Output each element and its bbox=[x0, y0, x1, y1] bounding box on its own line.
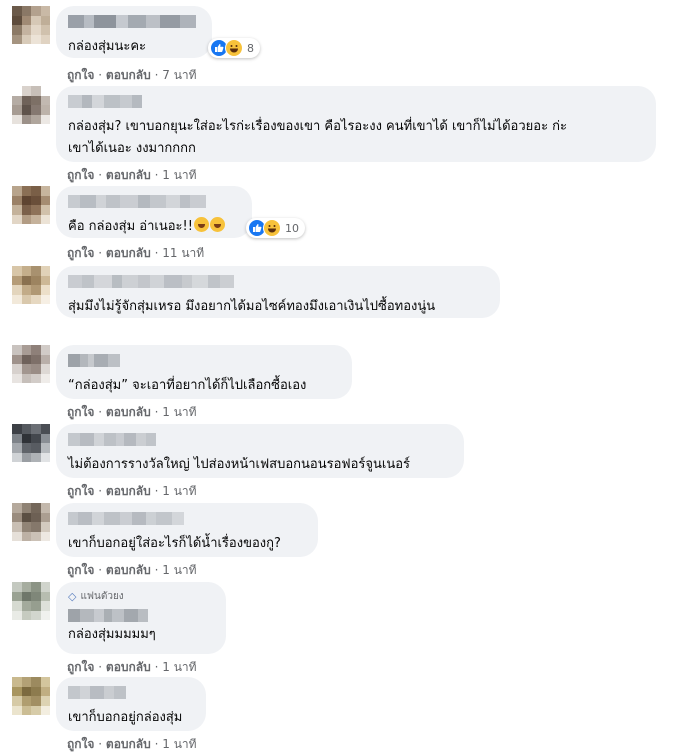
comment-text: เขาก็บอกอยู่กล่องสุ่ม bbox=[68, 710, 183, 725]
haha-reaction-icon bbox=[263, 219, 281, 237]
comment-text: ไม่ต้องการรางวัลใหญ่ ไปส่องหน้าเฟสบอกนอน… bbox=[68, 457, 411, 472]
like-link[interactable]: ถูกใจ bbox=[67, 737, 94, 751]
reply-link[interactable]: ตอบกลับ bbox=[106, 68, 151, 82]
commenter-name-blurred[interactable] bbox=[68, 275, 488, 288]
comment-text: กล่องสุ่มนะคะ bbox=[68, 39, 147, 54]
reaction-count: 10 bbox=[285, 221, 299, 235]
rofl-emoji-icon bbox=[193, 217, 209, 232]
comment-actions: ถูกใจ · ตอบกลับ · 1 นาที bbox=[67, 168, 197, 182]
reply-link[interactable]: ตอบกลับ bbox=[106, 737, 151, 751]
comment-text: สุ่มมึงไม่รู้จักสุ่มเหรอ มึงอยากได้มอไซค… bbox=[68, 299, 436, 314]
comment-text: กล่องสุ่มมมมมๆ bbox=[68, 627, 156, 642]
commenter-name-blurred[interactable] bbox=[68, 15, 200, 28]
comment-actions: ถูกใจ · ตอบกลับ · 1 นาที bbox=[67, 660, 197, 674]
comment-bubble: เขาก็บอกอยู่กล่องสุ่ม bbox=[56, 677, 206, 731]
timestamp[interactable]: 1 นาที bbox=[162, 405, 196, 419]
rofl-emoji-icon bbox=[209, 217, 225, 232]
comment-bubble: กล่องสุ่มนะคะ bbox=[56, 6, 212, 58]
comment-actions: ถูกใจ · ตอบกลับ · 1 นาที bbox=[67, 405, 197, 419]
haha-reaction-icon bbox=[225, 39, 243, 57]
reply-link[interactable]: ตอบกลับ bbox=[106, 660, 151, 674]
commenter-name-blurred[interactable] bbox=[68, 609, 214, 622]
like-link[interactable]: ถูกใจ bbox=[67, 405, 94, 419]
comment-actions: ถูกใจ · ตอบกลับ · 1 นาที bbox=[67, 563, 197, 577]
reply-link[interactable]: ตอบกลับ bbox=[106, 246, 151, 260]
comment-bubble: ไม่ต้องการรางวัลใหญ่ ไปส่องหน้าเฟสบอกนอน… bbox=[56, 424, 464, 478]
avatar[interactable] bbox=[12, 186, 50, 224]
comment-actions: ถูกใจ · ตอบกลับ · 1 นาที bbox=[67, 484, 197, 498]
commenter-name-blurred[interactable] bbox=[68, 195, 240, 208]
timestamp[interactable]: 1 นาที bbox=[162, 484, 196, 498]
diamond-icon: ◇ bbox=[68, 590, 77, 603]
comment-text: เขาก็บอกอยู่ใส่อะไรก็ได้น้ำเรื่องของกู? bbox=[68, 536, 281, 551]
comment-bubble: คือ กล่องสุ่ม อ่าเนอะ!! bbox=[56, 186, 252, 238]
commenter-name-blurred[interactable] bbox=[68, 512, 306, 525]
badge-label: แฟนตัวยง bbox=[80, 591, 124, 602]
comment-text: คือ กล่องสุ่ม อ่าเนอะ!! bbox=[68, 216, 240, 238]
avatar[interactable] bbox=[12, 266, 50, 304]
avatar[interactable] bbox=[12, 86, 50, 124]
comment-bubble: “กล่องสุ่ม” จะเอาที่อยากได้ก็ไปเลือกซื้อ… bbox=[56, 345, 352, 399]
comment-actions: ถูกใจ · ตอบกลับ · 7 นาที bbox=[67, 68, 197, 82]
avatar[interactable] bbox=[12, 424, 50, 462]
like-link[interactable]: ถูกใจ bbox=[67, 484, 94, 498]
like-link[interactable]: ถูกใจ bbox=[67, 563, 94, 577]
avatar[interactable] bbox=[12, 345, 50, 383]
comment-bubble: กล่องสุ่ม? เขาบอกยุนะใส่อะไรก่ะเรื่องของ… bbox=[56, 86, 656, 162]
comment-bubble: ◇ แฟนตัวยง กล่องสุ่มมมมมๆ bbox=[56, 582, 226, 654]
commenter-name-blurred[interactable] bbox=[68, 95, 644, 108]
reply-link[interactable]: ตอบกลับ bbox=[106, 484, 151, 498]
reply-link[interactable]: ตอบกลับ bbox=[106, 405, 151, 419]
avatar[interactable] bbox=[12, 677, 50, 715]
timestamp[interactable]: 1 นาที bbox=[162, 737, 196, 751]
timestamp[interactable]: 7 นาที bbox=[162, 68, 196, 82]
comment-bubble: เขาก็บอกอยู่ใส่อะไรก็ได้น้ำเรื่องของกู? bbox=[56, 503, 318, 557]
avatar[interactable] bbox=[12, 6, 50, 44]
timestamp[interactable]: 1 นาที bbox=[162, 660, 196, 674]
reaction-count: 8 bbox=[247, 41, 254, 55]
avatar[interactable] bbox=[12, 582, 50, 620]
comment-text: กล่องสุ่ม? เขาบอกยุนะใส่อะไรก่ะเรื่องของ… bbox=[68, 119, 568, 156]
comment-bubble: สุ่มมึงไม่รู้จักสุ่มเหรอ มึงอยากได้มอไซค… bbox=[56, 266, 500, 318]
comment-thread: กล่องสุ่มนะคะ 8 ถูกใจ · ตอบกลับ · 7 นาที… bbox=[0, 0, 700, 755]
like-link[interactable]: ถูกใจ bbox=[67, 68, 94, 82]
reply-link[interactable]: ตอบกลับ bbox=[106, 563, 151, 577]
timestamp[interactable]: 11 นาที bbox=[162, 246, 204, 260]
top-fan-badge: ◇ แฟนตัวยง bbox=[68, 590, 214, 603]
comment-actions: ถูกใจ · ตอบกลับ · 11 นาที bbox=[67, 246, 205, 260]
timestamp[interactable]: 1 นาที bbox=[162, 563, 196, 577]
timestamp[interactable]: 1 นาที bbox=[162, 168, 196, 182]
commenter-name-blurred[interactable] bbox=[68, 686, 194, 699]
comment-actions: ถูกใจ · ตอบกลับ · 1 นาที bbox=[67, 737, 197, 751]
avatar[interactable] bbox=[12, 503, 50, 541]
commenter-name-blurred[interactable] bbox=[68, 354, 340, 367]
comment-text: “กล่องสุ่ม” จะเอาที่อยากได้ก็ไปเลือกซื้อ… bbox=[68, 378, 307, 393]
commenter-name-blurred[interactable] bbox=[68, 433, 452, 446]
like-link[interactable]: ถูกใจ bbox=[67, 660, 94, 674]
like-link[interactable]: ถูกใจ bbox=[67, 168, 94, 182]
reaction-summary[interactable]: 10 bbox=[246, 218, 305, 238]
like-link[interactable]: ถูกใจ bbox=[67, 246, 94, 260]
reaction-summary[interactable]: 8 bbox=[208, 38, 260, 58]
reply-link[interactable]: ตอบกลับ bbox=[106, 168, 151, 182]
